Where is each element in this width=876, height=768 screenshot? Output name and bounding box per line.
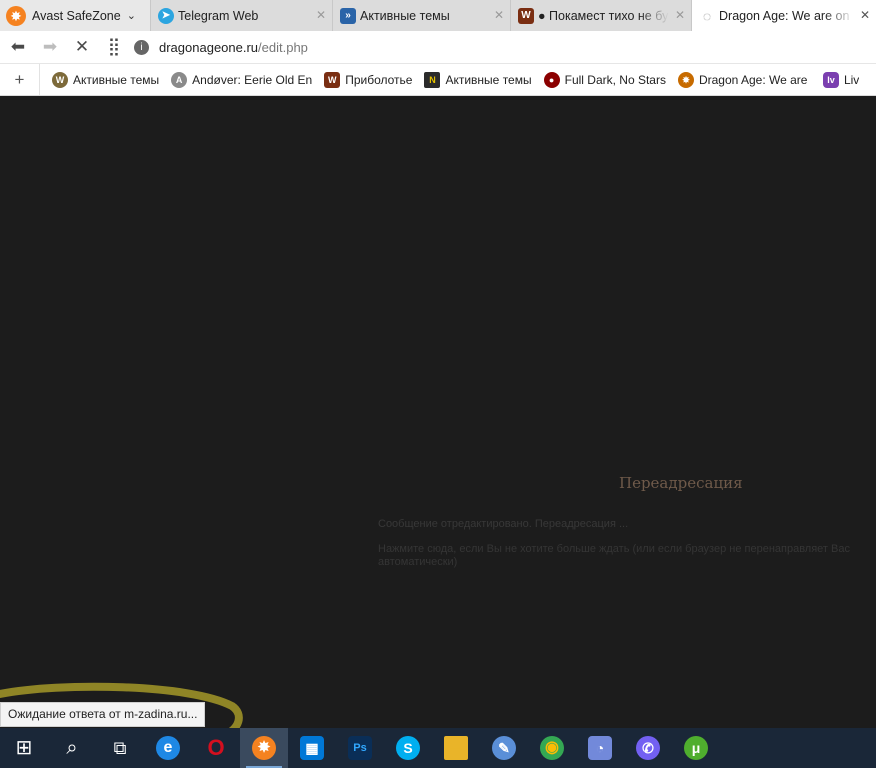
chrome-icon: ◉ <box>540 736 564 760</box>
bookmarks-bar: + W Активные темы A Andøver: Eerie Old E… <box>0 64 876 96</box>
taskbar-store[interactable]: ▦ <box>288 728 336 768</box>
store-icon: ▦ <box>300 736 324 760</box>
start-button[interactable]: ⊞ <box>0 728 48 768</box>
photoshop-icon: Ps <box>348 736 372 760</box>
opera-icon: O <box>207 735 225 760</box>
bookmark-item[interactable]: ✸ Dragon Age: We are o <box>677 71 811 88</box>
close-icon[interactable]: ✕ <box>494 8 504 22</box>
forum-icon: » <box>340 7 356 24</box>
browser-menu-button[interactable]: ✸ Avast SafeZone ⌄ <box>0 0 150 31</box>
apps-grid-icon[interactable]: ⣿ <box>100 33 128 61</box>
avast-icon: ✸ <box>6 5 26 26</box>
browser-brand-label: Avast SafeZone <box>32 8 121 23</box>
loading-spinner-icon: ◌ <box>702 7 712 24</box>
telegram-icon: ➤ <box>158 7 174 24</box>
taskbar-avast-browser[interactable]: ✸ <box>240 728 288 768</box>
taskbar-file-explorer[interactable]: ▬ <box>432 728 480 768</box>
taskbar-edge[interactable]: e <box>144 728 192 768</box>
bookmark-label: Активные темы <box>445 72 532 87</box>
taskbar-photoshop[interactable]: Ps <box>336 728 384 768</box>
back-icon[interactable]: ⬅ <box>4 33 32 61</box>
taskbar-viber[interactable]: ✆ <box>624 728 672 768</box>
bookmark-item[interactable]: ● Full Dark, No Stars <box>543 71 666 88</box>
tab-strip: ✸ Avast SafeZone ⌄ ➤ Telegram Web ✕ » Ак… <box>0 0 876 31</box>
edge-icon: e <box>156 736 180 760</box>
add-bookmark-icon[interactable]: + <box>0 64 40 95</box>
bookmark-item[interactable]: lv Liv <box>822 71 860 88</box>
task-view-button[interactable]: ⧉ <box>96 728 144 768</box>
wow-icon: W <box>52 71 68 88</box>
tab-telegram[interactable]: ➤ Telegram Web ✕ <box>150 0 332 31</box>
paint-icon: ✎ <box>492 736 516 760</box>
bookmark-item[interactable]: A Andøver: Eerie Old En <box>171 71 313 88</box>
avast-browser-icon: ✸ <box>252 736 276 760</box>
close-icon[interactable]: ✕ <box>860 8 870 22</box>
new-forum-icon: N <box>424 71 441 88</box>
page-content: Переадресация Сообщение отредактировано.… <box>0 97 876 735</box>
taskbar-discord[interactable]: ◔ <box>576 728 624 768</box>
game-icon: W <box>518 7 534 24</box>
tab-title: Telegram Web <box>178 8 259 23</box>
utorrent-icon: μ <box>684 736 708 760</box>
redirect-message: Сообщение отредактировано. Переадресация… <box>378 518 629 530</box>
url-path: /edit.php <box>258 39 308 55</box>
url-host: dragonageone.ru <box>159 39 259 55</box>
bookmark-label: Full Dark, No Stars <box>564 72 666 87</box>
taskbar-paint[interactable]: ✎ <box>480 728 528 768</box>
start-icon: ⊞ <box>15 737 33 759</box>
tab-dragon-age[interactable]: ◌ Dragon Age: We are on ✕ <box>691 0 876 31</box>
tab-active-topics[interactable]: » Активные темы ✕ <box>332 0 510 31</box>
bookmark-label: Активные темы <box>73 72 160 87</box>
bookmark-label: Liv <box>843 72 860 87</box>
skype-icon: S <box>396 736 420 760</box>
discord-icon: ◔ <box>588 736 612 760</box>
search-icon: ⌕ <box>66 737 78 759</box>
navigation-bar: ⬅ ➡ ✕ ⣿ i dragonageone.ru /edit.php <box>0 31 876 64</box>
liv-icon: lv <box>822 71 839 88</box>
game-icon: W <box>324 71 341 88</box>
taskbar-utorrent[interactable]: μ <box>672 728 720 768</box>
address-bar[interactable]: i dragonageone.ru /edit.php <box>134 34 308 60</box>
andover-icon: A <box>171 71 188 88</box>
viber-icon: ✆ <box>636 736 660 760</box>
close-icon[interactable]: ✕ <box>675 8 685 22</box>
task-view-icon: ⧉ <box>113 738 127 758</box>
forward-icon[interactable]: ➡ <box>36 33 64 61</box>
bookmark-item[interactable]: N Активные темы <box>424 71 532 88</box>
windows-taskbar: ⊞ ⌕ ⧉ e O ✸ ▦ Ps S ▬ ✎ ◉ ◔ ✆ μ <box>0 728 876 768</box>
bookmark-label: Приболотье <box>345 72 413 87</box>
bookmark-label: Andøver: Eerie Old En <box>192 72 313 87</box>
search-button[interactable]: ⌕ <box>48 728 96 768</box>
file-explorer-icon: ▬ <box>444 736 468 760</box>
bookmark-item[interactable]: W Приболотье <box>324 71 413 88</box>
taskbar-skype[interactable]: S <box>384 728 432 768</box>
redirect-link[interactable]: Нажмите сюда, если Вы не хотите больше ж… <box>378 543 876 571</box>
bookmark-label: Dragon Age: We are o <box>698 72 811 87</box>
dark-icon: ● <box>543 71 560 88</box>
chevron-down-icon: ⌄ <box>126 10 136 22</box>
status-tooltip: Ожидание ответа от m-zadina.ru... <box>0 702 206 727</box>
taskbar-chrome[interactable]: ◉ <box>528 728 576 768</box>
taskbar-opera[interactable]: O <box>192 728 240 768</box>
bookmark-item[interactable]: W Активные темы <box>52 71 160 88</box>
dragon-age-icon: ✸ <box>677 71 694 88</box>
site-info-icon[interactable]: i <box>134 39 149 55</box>
close-icon[interactable]: ✕ <box>316 8 326 22</box>
tab-pokamest[interactable]: W ● Покамест тихо не бу ✕ <box>510 0 691 31</box>
stop-loading-icon[interactable]: ✕ <box>68 33 96 61</box>
redirect-title: Переадресация <box>619 474 743 492</box>
tab-title: Активные темы <box>360 8 450 23</box>
